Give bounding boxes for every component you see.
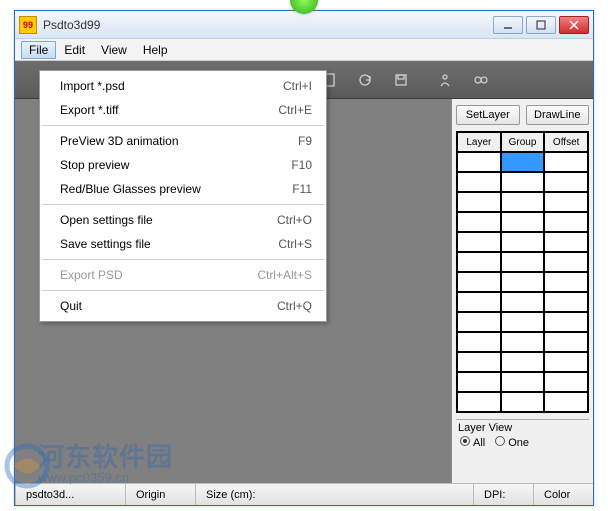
table-row[interactable]	[457, 292, 588, 312]
status-bar: psdto3d... Origin Size (cm): DPI: Color	[15, 483, 593, 505]
close-button[interactable]	[559, 16, 589, 34]
table-row[interactable]	[457, 212, 588, 232]
col-layer: Layer	[457, 132, 501, 152]
radio-one[interactable]: One	[495, 436, 529, 449]
selected-cell[interactable]	[501, 152, 545, 172]
menu-open-settings[interactable]: Open settings fileCtrl+O	[40, 208, 326, 232]
menu-separator	[42, 204, 324, 205]
file-menu-dropdown: Import *.psdCtrl+I Export *.tiffCtrl+E P…	[39, 70, 327, 322]
table-row[interactable]	[457, 272, 588, 292]
menu-export-tiff[interactable]: Export *.tiffCtrl+E	[40, 98, 326, 122]
table-row[interactable]	[457, 152, 588, 172]
col-group: Group	[501, 132, 545, 152]
col-offset: Offset	[544, 132, 588, 152]
table-row[interactable]	[457, 372, 588, 392]
status-dpi: DPI:	[473, 484, 533, 505]
menu-help[interactable]: Help	[135, 41, 176, 59]
menu-export-psd: Export PSDCtrl+Alt+S	[40, 263, 326, 287]
table-row[interactable]	[457, 332, 588, 352]
menu-save-settings[interactable]: Save settings fileCtrl+S	[40, 232, 326, 256]
menu-redblue-preview[interactable]: Red/Blue Glasses previewF11	[40, 177, 326, 201]
table-row[interactable]	[457, 312, 588, 332]
menu-import-psd[interactable]: Import *.psdCtrl+I	[40, 74, 326, 98]
status-size: Size (cm):	[195, 484, 473, 505]
menu-edit[interactable]: Edit	[56, 41, 93, 59]
menu-stop-preview[interactable]: Stop previewF10	[40, 153, 326, 177]
menu-preview-3d[interactable]: PreView 3D animationF9	[40, 129, 326, 153]
status-origin: Origin	[125, 484, 195, 505]
menu-quit[interactable]: QuitCtrl+Q	[40, 294, 326, 318]
window-title: Psdto3d99	[43, 18, 493, 32]
menu-separator	[42, 259, 324, 260]
link-icon[interactable]	[471, 70, 491, 90]
table-row[interactable]	[457, 192, 588, 212]
table-header: Layer Group Offset	[457, 132, 588, 152]
status-file: psdto3d...	[15, 484, 125, 505]
menu-separator	[42, 290, 324, 291]
main-window: 99 Psdto3d99 File Edit View Help SetLaye…	[14, 10, 594, 506]
title-bar: 99 Psdto3d99	[15, 11, 593, 39]
table-row[interactable]	[457, 352, 588, 372]
minimize-button[interactable]	[493, 16, 523, 34]
tab-setlayer[interactable]: SetLayer	[456, 105, 520, 125]
maximize-button[interactable]	[526, 16, 556, 34]
table-row[interactable]	[457, 172, 588, 192]
right-panel: SetLayer DrawLine Layer Group Offset	[451, 99, 593, 483]
menu-file[interactable]: File	[21, 41, 56, 59]
app-icon: 99	[19, 16, 37, 34]
layer-view-title: Layer View	[456, 422, 589, 434]
status-color: Color	[533, 484, 593, 505]
menu-separator	[42, 125, 324, 126]
person-icon[interactable]	[435, 70, 455, 90]
layer-table: Layer Group Offset	[456, 131, 589, 413]
menu-view[interactable]: View	[93, 41, 135, 59]
table-row[interactable]	[457, 252, 588, 272]
tab-drawline[interactable]: DrawLine	[526, 105, 590, 125]
table-row[interactable]	[457, 232, 588, 252]
layer-view-section: Layer View All One	[456, 419, 589, 451]
menu-bar: File Edit View Help	[15, 39, 593, 61]
radio-all[interactable]: All	[460, 436, 485, 449]
table-row[interactable]	[457, 392, 588, 412]
save-icon[interactable]	[391, 70, 411, 90]
refresh-icon[interactable]	[355, 70, 375, 90]
